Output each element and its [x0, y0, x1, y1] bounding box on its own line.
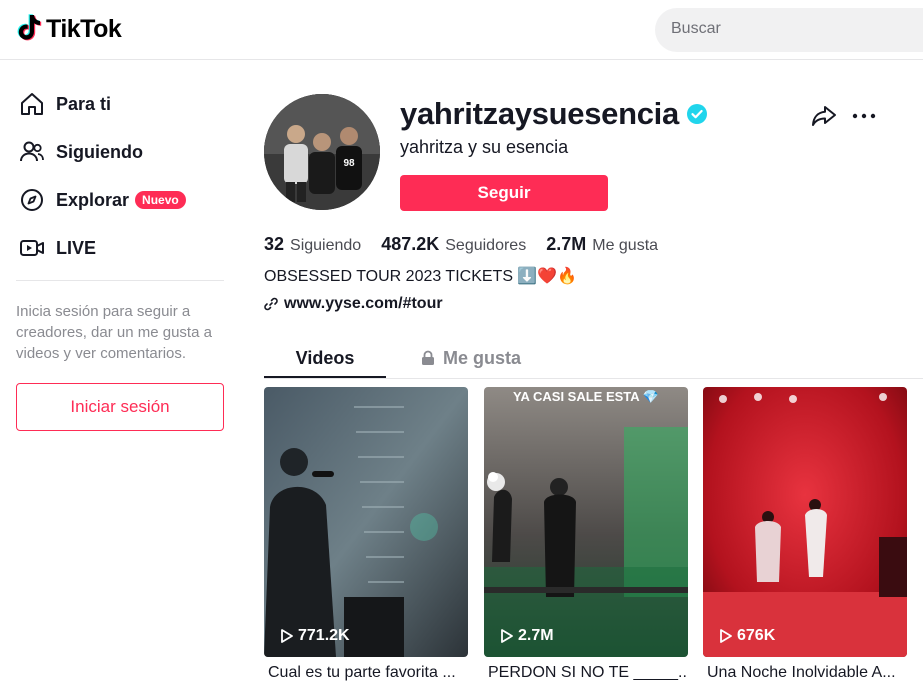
- view-count-text: 771.2K: [298, 627, 350, 644]
- login-button[interactable]: Iniciar sesión: [16, 383, 224, 431]
- login-hint: Inicia sesión para seguir a creadores, d…: [16, 303, 212, 362]
- sidebar-item-label: LIVE: [56, 237, 97, 258]
- profile-tabs: Videos Me gusta: [264, 338, 923, 379]
- play-icon: [501, 629, 513, 643]
- followers-count: 487.2K: [381, 234, 440, 254]
- view-count: 771.2K: [280, 627, 350, 645]
- sidebar-item-label: Siguiendo: [56, 141, 143, 162]
- username: yahritzaysuesencia: [400, 96, 679, 131]
- sidebar-item-para-ti[interactable]: Para ti: [16, 84, 226, 124]
- followers-stat[interactable]: 487.2K Seguidores: [381, 234, 526, 255]
- play-icon: [720, 629, 732, 643]
- video-caption[interactable]: PERDON SI NO TE _____...: [484, 664, 688, 682]
- video-card[interactable]: YA CASI SALE ESTA 💎 2.7M: [484, 387, 688, 657]
- likes-label: Me gusta: [592, 237, 659, 254]
- follow-button[interactable]: Seguir: [400, 175, 608, 211]
- top-header: TikTok: [0, 0, 923, 60]
- sidebar-item-explorar[interactable]: Explorar Nuevo: [16, 180, 226, 220]
- video-caption[interactable]: Cual es tu parte favorita ...: [264, 664, 468, 682]
- display-name: yahritza y su esencia: [400, 137, 569, 157]
- sidebar-item-label: Explorar: [56, 189, 130, 210]
- video-overlay-text: YA CASI SALE ESTA 💎: [513, 389, 659, 404]
- play-icon: [281, 629, 293, 643]
- lock-icon: [421, 350, 434, 365]
- logo-text: TikTok: [46, 14, 122, 43]
- video-thumbnail: [484, 387, 688, 657]
- view-count: 676K: [719, 627, 775, 645]
- sidebar-item-siguiendo[interactable]: Siguiendo: [16, 132, 226, 172]
- likes-stat: 2.7M Me gusta: [546, 234, 658, 255]
- compass-icon: [16, 184, 48, 216]
- new-badge: Nuevo: [135, 191, 186, 209]
- more-options-icon[interactable]: [850, 102, 878, 130]
- share-icon[interactable]: [810, 102, 838, 130]
- following-count: 32: [264, 234, 285, 254]
- sidebar-item-live[interactable]: LIVE: [16, 228, 226, 268]
- video-caption[interactable]: Una Noche Inolvidable A...: [703, 664, 907, 682]
- sidebar-item-label: Para ti: [56, 93, 112, 114]
- tiktok-note-icon: [17, 14, 42, 41]
- users-icon: [16, 136, 48, 168]
- profile-bio: OBSESSED TOUR 2023 TICKETS ⬇️❤️🔥: [264, 268, 578, 285]
- home-icon: [16, 88, 48, 120]
- active-tab-indicator: [264, 376, 386, 378]
- live-icon: [16, 232, 48, 264]
- profile-stats: 32 Siguiendo 487.2K Seguidores 2.7M Me g…: [264, 234, 678, 255]
- likes-count: 2.7M: [546, 234, 587, 254]
- tab-label: Videos: [295, 347, 355, 368]
- verified-badge-icon: [686, 104, 707, 124]
- link-icon: [264, 297, 278, 311]
- tiktok-logo[interactable]: TikTok: [16, 14, 122, 44]
- tab-me-gusta[interactable]: Me gusta: [416, 338, 526, 378]
- followers-label: Seguidores: [445, 237, 527, 254]
- search-bar: [655, 8, 923, 52]
- username-row: yahritzaysuesencia: [400, 96, 708, 132]
- following-stat[interactable]: 32 Siguiendo: [264, 234, 361, 255]
- video-thumbnail: [703, 387, 907, 657]
- search-input[interactable]: [671, 20, 911, 38]
- view-count: 2.7M: [500, 627, 554, 645]
- tab-label: Me gusta: [442, 347, 521, 368]
- svg-text:98: 98: [343, 158, 355, 169]
- tab-videos[interactable]: Videos: [264, 338, 386, 378]
- view-count-text: 2.7M: [518, 627, 554, 644]
- avatar: 98: [264, 94, 380, 210]
- video-card[interactable]: 676K: [703, 387, 907, 657]
- profile-link[interactable]: www.yyse.com/#tour: [264, 295, 443, 313]
- profile-link-text: www.yyse.com/#tour: [284, 295, 443, 312]
- sidebar: Para ti Siguiendo Explorar Nuevo LIVE In…: [0, 61, 240, 686]
- video-card[interactable]: 771.2K: [264, 387, 468, 657]
- video-thumbnail: [264, 387, 468, 657]
- following-label: Siguiendo: [290, 237, 362, 254]
- view-count-text: 676K: [737, 627, 776, 644]
- sidebar-divider: [16, 280, 224, 281]
